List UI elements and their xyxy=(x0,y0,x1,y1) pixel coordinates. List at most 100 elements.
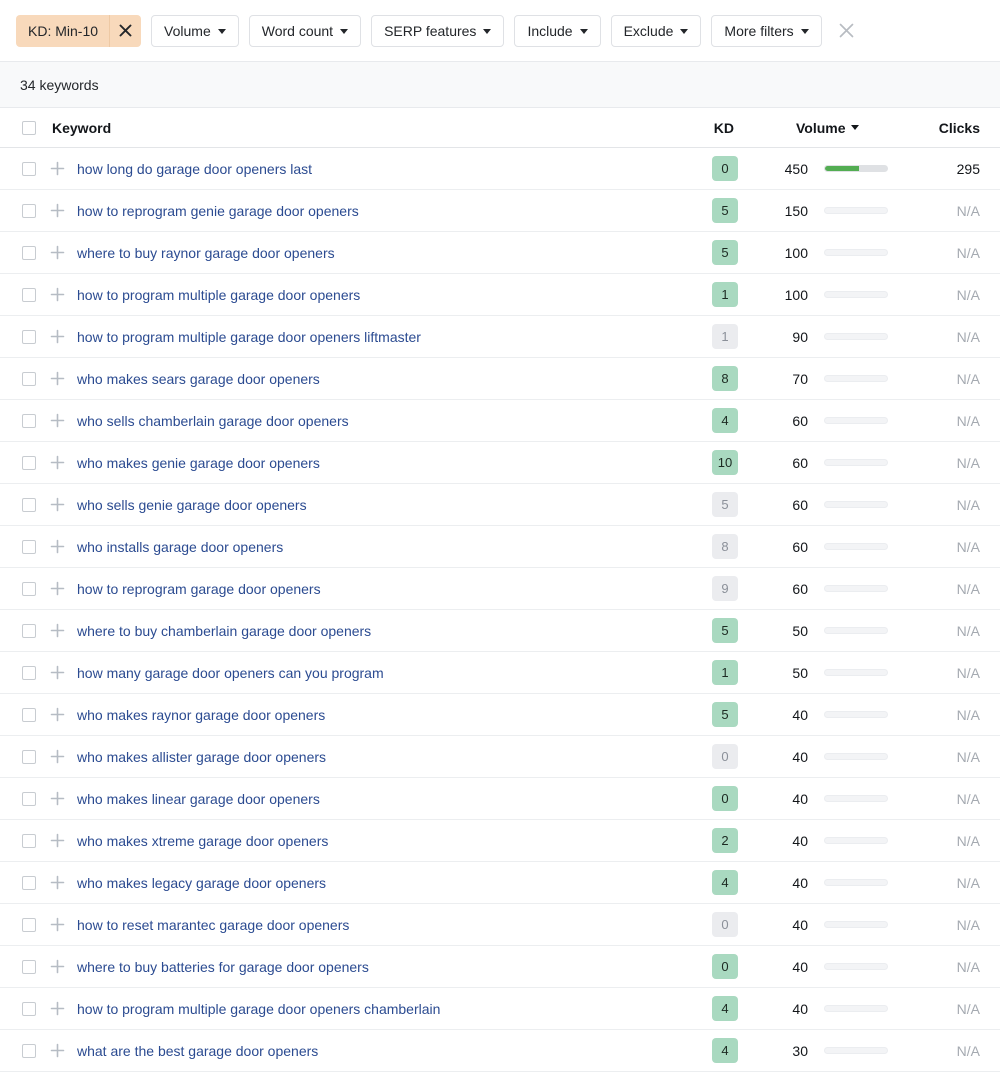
add-keyword-icon[interactable] xyxy=(47,413,67,428)
select-all-checkbox[interactable] xyxy=(22,120,36,135)
row-checkbox[interactable] xyxy=(22,665,36,680)
keyword-link[interactable]: how to program multiple garage door open… xyxy=(77,287,682,303)
add-keyword-icon[interactable] xyxy=(47,287,67,302)
add-keyword-icon[interactable] xyxy=(47,875,67,890)
filter-chip-remove-icon[interactable] xyxy=(109,14,141,47)
keyword-link[interactable]: who sells chamberlain garage door opener… xyxy=(77,413,682,429)
table-row[interactable]: who makes xtreme garage door openers 2 40 N… xyxy=(0,820,1000,862)
column-header-kd[interactable]: KD xyxy=(682,120,738,136)
row-checkbox[interactable] xyxy=(22,497,36,512)
row-checkbox[interactable] xyxy=(22,1043,36,1058)
table-row[interactable]: what are the best garage door openers 4 30… xyxy=(0,1030,1000,1072)
add-keyword-icon[interactable] xyxy=(47,1001,67,1016)
table-row[interactable]: how to reset marantec garage door opener… xyxy=(0,904,1000,946)
table-row[interactable]: how to program multiple garage door open… xyxy=(0,316,1000,358)
add-keyword-icon[interactable] xyxy=(47,539,67,554)
filter-chip-kd[interactable]: KD: Min-10 xyxy=(16,14,142,47)
keyword-link[interactable]: where to buy chamberlain garage door ope… xyxy=(77,623,682,639)
table-row[interactable]: who sells genie garage door openers 5 60 N/… xyxy=(0,484,1000,526)
table-row[interactable]: who makes allister garage door openers 0 4… xyxy=(0,736,1000,778)
row-checkbox[interactable] xyxy=(22,875,36,890)
row-checkbox[interactable] xyxy=(22,833,36,848)
keyword-link[interactable]: how to reprogram genie garage door opene… xyxy=(77,203,682,219)
column-header-keyword[interactable]: Keyword xyxy=(52,120,682,136)
add-keyword-icon[interactable] xyxy=(47,623,67,638)
row-checkbox[interactable] xyxy=(22,959,36,974)
keyword-link[interactable]: how to reprogram garage door openers xyxy=(77,581,682,597)
add-keyword-icon[interactable] xyxy=(47,245,67,260)
keyword-link[interactable]: who makes genie garage door openers xyxy=(77,455,682,471)
filter-button-serp-features[interactable]: SERP features xyxy=(371,14,505,47)
row-checkbox[interactable] xyxy=(22,413,36,428)
row-checkbox[interactable] xyxy=(22,707,36,722)
row-checkbox[interactable] xyxy=(22,245,36,260)
keyword-link[interactable]: how many garage door openers can you pro… xyxy=(77,665,682,681)
table-row[interactable]: who installs garage door openers 8 60 N/A xyxy=(0,526,1000,568)
filter-button-volume[interactable]: Volume xyxy=(151,14,239,47)
add-keyword-icon[interactable] xyxy=(47,791,67,806)
keyword-link[interactable]: who makes raynor garage door openers xyxy=(77,707,682,723)
row-checkbox[interactable] xyxy=(22,581,36,596)
keyword-link[interactable]: who installs garage door openers xyxy=(77,539,682,555)
row-checkbox[interactable] xyxy=(22,455,36,470)
add-keyword-icon[interactable] xyxy=(47,1043,67,1058)
add-keyword-icon[interactable] xyxy=(47,917,67,932)
clear-all-filters-icon[interactable] xyxy=(834,18,860,44)
add-keyword-icon[interactable] xyxy=(47,749,67,764)
table-row[interactable]: who sells chamberlain garage door opener… xyxy=(0,400,1000,442)
table-row[interactable]: how to program multiple garage door open… xyxy=(0,988,1000,1030)
filter-button-more-filters[interactable]: More filters xyxy=(711,14,822,47)
keyword-link[interactable]: who makes sears garage door openers xyxy=(77,371,682,387)
add-keyword-icon[interactable] xyxy=(47,581,67,596)
table-row[interactable]: how to reprogram garage door openers 9 60 N… xyxy=(0,568,1000,610)
keyword-link[interactable]: how long do garage door openers last xyxy=(77,161,682,177)
table-row[interactable]: how to reprogram genie garage door opene… xyxy=(0,190,1000,232)
add-keyword-icon[interactable] xyxy=(47,707,67,722)
table-row[interactable]: who makes linear garage door openers 0 40 N… xyxy=(0,778,1000,820)
table-row[interactable]: where to buy batteries for garage door o… xyxy=(0,946,1000,988)
keyword-link[interactable]: how to program multiple garage door open… xyxy=(77,329,682,345)
keyword-link[interactable]: where to buy batteries for garage door o… xyxy=(77,959,682,975)
add-keyword-icon[interactable] xyxy=(47,329,67,344)
row-checkbox[interactable] xyxy=(22,371,36,386)
add-keyword-icon[interactable] xyxy=(47,161,67,176)
table-row[interactable]: who makes raynor garage door openers 5 40 N… xyxy=(0,694,1000,736)
row-checkbox[interactable] xyxy=(22,203,36,218)
row-checkbox[interactable] xyxy=(22,539,36,554)
column-header-volume[interactable]: Volume xyxy=(738,120,902,136)
table-row[interactable]: how many garage door openers can you pro… xyxy=(0,652,1000,694)
keyword-link[interactable]: who makes xtreme garage door openers xyxy=(77,833,682,849)
add-keyword-icon[interactable] xyxy=(47,665,67,680)
add-keyword-icon[interactable] xyxy=(47,371,67,386)
add-keyword-icon[interactable] xyxy=(47,455,67,470)
filter-button-include[interactable]: Include xyxy=(514,14,601,47)
keyword-link[interactable]: who makes linear garage door openers xyxy=(77,791,682,807)
keyword-link[interactable]: where to buy raynor garage door openers xyxy=(77,245,682,261)
row-checkbox[interactable] xyxy=(22,791,36,806)
keyword-link[interactable]: how to reset marantec garage door opener… xyxy=(77,917,682,933)
table-row[interactable]: where to buy chamberlain garage door ope… xyxy=(0,610,1000,652)
table-row[interactable]: who makes genie garage door openers 10 60 N… xyxy=(0,442,1000,484)
table-row[interactable]: how to program multiple garage door open… xyxy=(0,274,1000,316)
keyword-link[interactable]: what are the best garage door openers xyxy=(77,1043,682,1059)
row-checkbox[interactable] xyxy=(22,287,36,302)
row-checkbox[interactable] xyxy=(22,329,36,344)
add-keyword-icon[interactable] xyxy=(47,497,67,512)
keyword-link[interactable]: who makes legacy garage door openers xyxy=(77,875,682,891)
row-checkbox[interactable] xyxy=(22,161,36,176)
table-row[interactable]: where to buy raynor garage door openers 5… xyxy=(0,232,1000,274)
keyword-link[interactable]: who sells genie garage door openers xyxy=(77,497,682,513)
keyword-link[interactable]: who makes allister garage door openers xyxy=(77,749,682,765)
row-checkbox[interactable] xyxy=(22,1001,36,1016)
column-header-clicks[interactable]: Clicks xyxy=(902,120,980,136)
row-checkbox[interactable] xyxy=(22,623,36,638)
filter-button-word-count[interactable]: Word count xyxy=(248,14,362,47)
table-row[interactable]: who makes sears garage door openers 8 70 N/… xyxy=(0,358,1000,400)
filter-button-exclude[interactable]: Exclude xyxy=(610,14,702,47)
table-row[interactable]: how long do garage door openers last 0 450… xyxy=(0,148,1000,190)
row-checkbox[interactable] xyxy=(22,749,36,764)
add-keyword-icon[interactable] xyxy=(47,959,67,974)
table-row[interactable]: who makes legacy garage door openers 4 40 N… xyxy=(0,862,1000,904)
add-keyword-icon[interactable] xyxy=(47,833,67,848)
add-keyword-icon[interactable] xyxy=(47,203,67,218)
